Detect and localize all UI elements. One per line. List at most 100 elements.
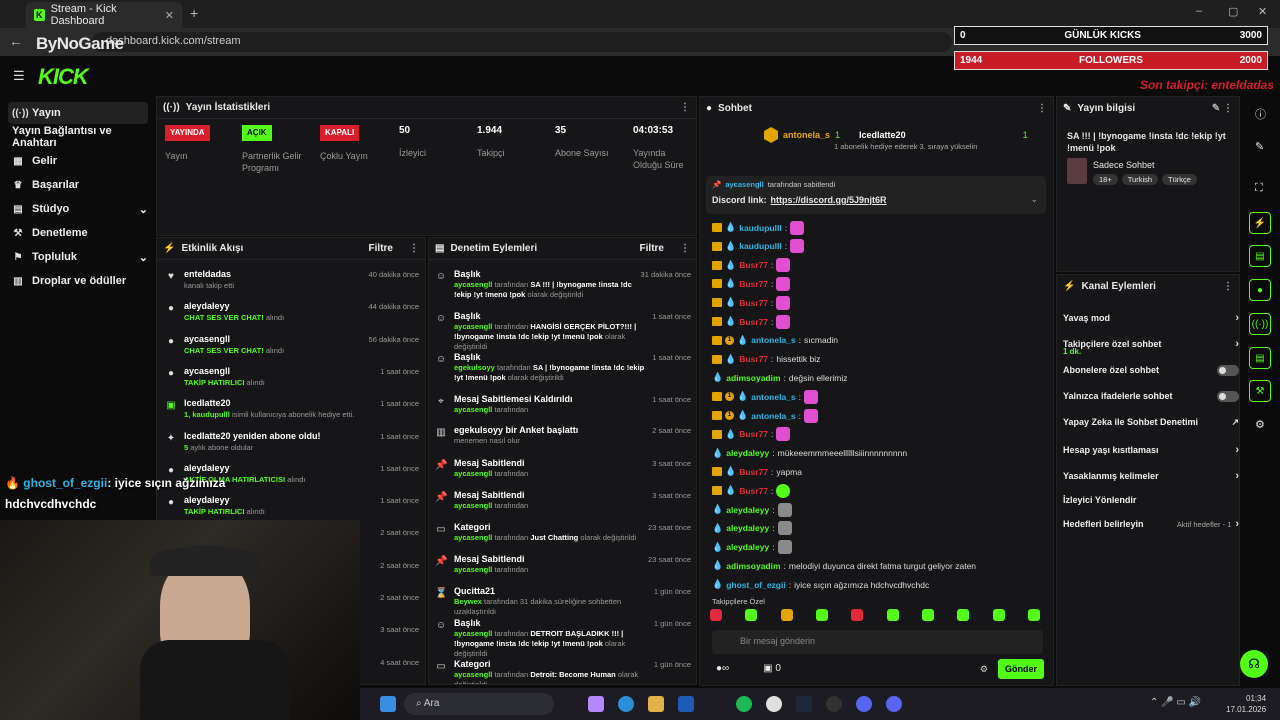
discord-icon[interactable] (856, 696, 872, 712)
filter-button[interactable]: Filtre (369, 243, 393, 254)
activity-row[interactable]: ● aycasengll TAKİP HATIRLICI alındı 1 sa… (165, 365, 419, 397)
chat-username[interactable]: kaudupulll (739, 241, 782, 251)
emote-icon[interactable] (745, 609, 758, 621)
browser-tab[interactable]: K Stream - Kick Dashboard ✕ (26, 2, 182, 28)
channel-action-row[interactable]: Yalnızca ifadelerle sohbet (1063, 383, 1239, 409)
chrome-icon[interactable] (766, 696, 782, 712)
edge-icon[interactable] (618, 696, 634, 712)
windows-start-icon[interactable] (380, 696, 396, 712)
chat-message[interactable]: 💧 Busr77: (712, 482, 791, 499)
more-icon[interactable]: ⋮ (1223, 281, 1233, 292)
gift-user[interactable]: Icedlatte20 (859, 130, 906, 140)
kick-logo[interactable]: KICK (38, 64, 89, 90)
copilot-icon[interactable] (588, 696, 604, 712)
chat-message[interactable]: 💧 aleydaleyy: mükeeemmmeeellllllsiiinnnnnn… (712, 445, 907, 462)
discord-icon[interactable] (886, 696, 902, 712)
close-tab-icon[interactable]: ✕ (165, 9, 174, 22)
chat-username[interactable]: antonela_s (751, 392, 795, 402)
taskbar-search[interactable]: ⌕ Ara (404, 693, 554, 715)
emote-icon[interactable] (815, 609, 828, 621)
pinned-link[interactable]: https://discord.gg/5J9njt6R (771, 195, 887, 205)
infinity-icon[interactable]: ●∞ (716, 663, 729, 674)
chat-username[interactable]: aleydaleyy (726, 542, 769, 552)
moderation-row[interactable]: ⌛ Qucitta21 Beywex tarafından 31 dakika … (435, 585, 691, 616)
bolt-button[interactable]: ⚡ (1249, 212, 1271, 234)
chat-username[interactable]: Busr77 (739, 317, 768, 327)
more-icon[interactable]: ⋮ (1037, 103, 1047, 114)
channel-action-row[interactable]: Abonelere özel sohbet (1063, 357, 1239, 383)
chat-message[interactable]: 💧 Busr77: (712, 294, 791, 311)
chat-message[interactable]: 💧 Busr77: yapma (712, 463, 802, 480)
activity-row[interactable]: ● aleydaleyy CHAT SES VER CHAT! alındı 4… (165, 300, 419, 332)
gift-user[interactable]: antonela_s (783, 130, 830, 140)
chat-username[interactable]: ghost_of_ezgii (726, 580, 786, 590)
clock[interactable]: 01:34 17.01.2026 (1226, 693, 1266, 715)
emote-icon[interactable] (780, 609, 793, 621)
info-icon[interactable]: ⓘ (1255, 106, 1266, 122)
spotify-icon[interactable] (736, 696, 752, 712)
maximize-icon[interactable]: ▢ (1228, 5, 1238, 18)
chat-username[interactable]: aleydaleyy (726, 523, 769, 533)
channel-action-row[interactable]: Yasaklanmış kelimeler › (1063, 463, 1239, 489)
moderation-row[interactable]: ▭ Kategori aycasengll tarafından Just Ch… (435, 521, 691, 551)
sidebar-item-stream-key[interactable]: Yayın Bağlantısı ve Anahtarı (8, 125, 158, 149)
chat-message[interactable]: 1 💧 antonela_s: (712, 388, 818, 405)
sidebar-item-basarilar[interactable]: ♛ Başarılar (8, 174, 148, 196)
new-tab-icon[interactable]: + (190, 5, 198, 21)
pinned-message[interactable]: 📌 aycasengll tarafından sabitlendi Discord… (706, 176, 1046, 214)
close-window-icon[interactable]: ✕ (1258, 5, 1267, 18)
tag[interactable]: Turkish (1121, 174, 1159, 185)
send-button[interactable]: Gönder (998, 659, 1044, 679)
emote-icon[interactable] (710, 609, 722, 621)
activity-row[interactable]: ● aycasengll CHAT SES VER CHAT! alındı 5… (165, 333, 419, 365)
channel-action-row[interactable]: Yavaş mod › (1063, 305, 1239, 331)
document-button[interactable]: ▤ (1249, 245, 1271, 267)
sidebar-item-gelir[interactable]: ▦ Gelir (8, 150, 148, 172)
pencil-icon[interactable]: ✎ (1255, 140, 1264, 153)
sidebar-item-topluluk[interactable]: ⚑ Topluluk ⌄ (8, 246, 148, 268)
chat-username[interactable]: antonela_s (751, 335, 795, 345)
sidebar-item-denetleme[interactable]: ⚒ Denetleme (8, 222, 148, 244)
chat-message[interactable]: 💧 adimsoyadim: değsin ellerimiz (712, 369, 848, 386)
chat-message[interactable]: 💧 Busr77: (712, 426, 791, 443)
moderation-row[interactable]: 📌 Mesaj Sabitlendi aycasengll tarafından… (435, 553, 691, 583)
channel-action-row[interactable]: Takipçilere özel sohbet 1 dk. › (1063, 331, 1239, 357)
emote-icon[interactable] (921, 609, 934, 621)
emote-icon[interactable] (1027, 609, 1040, 621)
tools-button[interactable]: ⚒ (1249, 380, 1271, 402)
mail-icon[interactable] (678, 696, 694, 712)
more-icon[interactable]: ⋮ (680, 102, 690, 113)
obs-icon[interactable] (826, 696, 842, 712)
tag[interactable]: 18+ (1093, 174, 1118, 185)
chat-message[interactable]: 1 💧 antonela_s: (712, 407, 818, 424)
chat-message[interactable]: 💧 aleydaleyy: (712, 501, 792, 518)
channel-action-row[interactable]: Yapay Zeka ile Sohbet Denetimi ↗ (1063, 409, 1239, 435)
chat-message[interactable]: 💧 ghost_of_ezgii: iyice sıçın ağzımıza hdc… (712, 576, 929, 593)
chat-username[interactable]: antonela_s (751, 411, 795, 421)
filter-button[interactable]: Filtre (640, 243, 664, 254)
moderation-row[interactable]: ☺ Başlık aycasengll tarafından HANGİSİ G… (435, 310, 691, 351)
moderation-row[interactable]: 📌 Mesaj Sabitlendi aycasengll tarafından… (435, 489, 691, 519)
chat-username[interactable]: Busr77 (739, 298, 768, 308)
moderation-row[interactable]: 📌 Mesaj Sabitlendi aycasengll tarafından… (435, 457, 691, 487)
back-icon[interactable]: ← (9, 33, 23, 49)
chat-username[interactable]: Busr77 (739, 260, 768, 270)
minimize-icon[interactable]: – (1196, 5, 1202, 17)
category-name[interactable]: Sadece Sohbet (1093, 160, 1155, 170)
chat-message[interactable]: 💧 aleydaleyy: (712, 520, 792, 537)
emote-icon[interactable] (851, 609, 864, 621)
moderation-button[interactable]: ▤ (1249, 347, 1271, 369)
moderation-row[interactable]: ⌖ Mesaj Sabitlemesi Kaldırıldı aycasengl… (435, 393, 691, 423)
sidebar-item-droplar[interactable]: ▥ Droplar ve ödüller (8, 270, 148, 292)
tag[interactable]: Türkçe (1162, 174, 1197, 185)
more-icon[interactable]: ⋮ (409, 243, 419, 254)
toggle-switch[interactable] (1217, 390, 1239, 402)
chat-button[interactable]: ● (1249, 279, 1271, 301)
chevron-down-icon[interactable]: ⌄ (1030, 194, 1038, 205)
chat-username[interactable]: kaudupulll (739, 223, 782, 233)
moderation-row[interactable]: ☺ Başlık aycasengll tarafından SA !!! | … (435, 268, 691, 299)
channel-action-row[interactable]: Hesap yaşı kısıtlaması › (1063, 437, 1239, 463)
tray-icons[interactable]: ⌃ 🎤 ▭ 🔊 (1150, 697, 1201, 708)
moderation-row[interactable]: ▥ egekulsoyy bir Anket başlattı menemen … (435, 424, 691, 454)
sidebar-item-yayin[interactable]: ((·)) Yayın (8, 102, 148, 124)
